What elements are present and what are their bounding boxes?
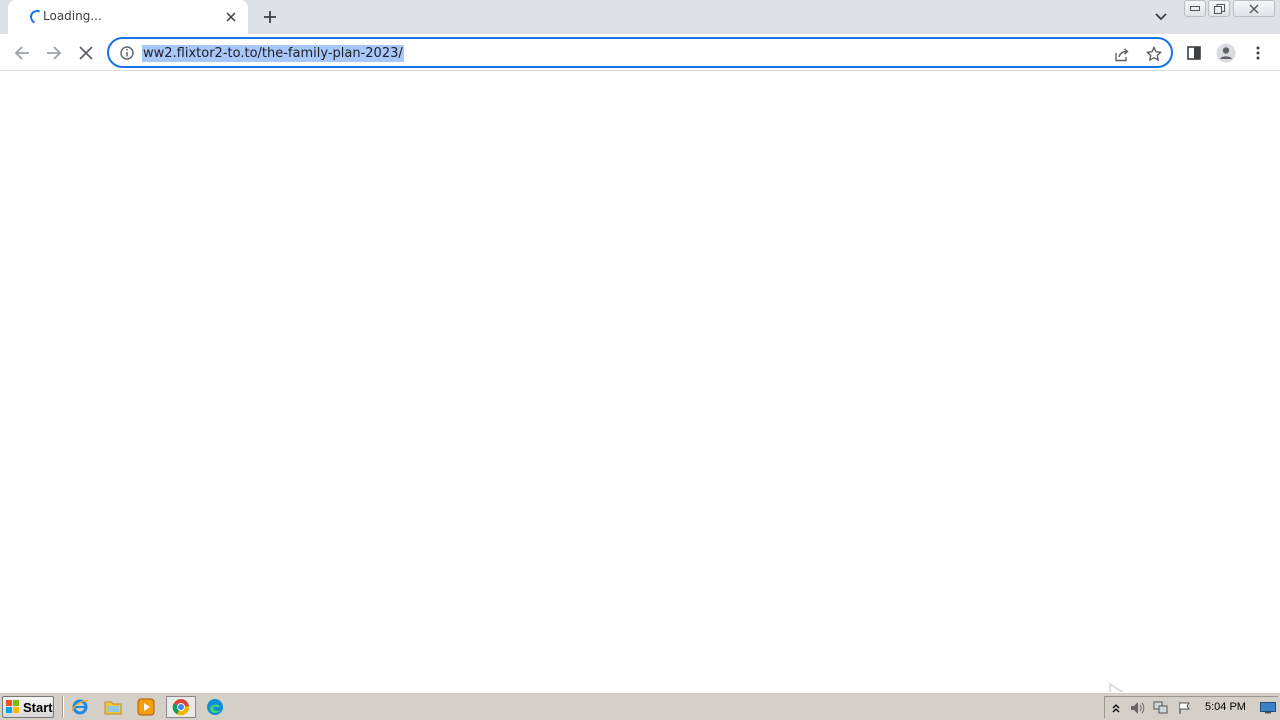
start-label: Start	[23, 699, 53, 715]
forward-button[interactable]	[41, 40, 67, 66]
chevron-up-icon[interactable]	[1107, 700, 1125, 716]
back-arrow-icon	[14, 46, 29, 60]
file-explorer-icon[interactable]	[101, 696, 125, 718]
page-content: ANY RUN	[0, 72, 1280, 720]
media-player-icon[interactable]	[134, 696, 158, 718]
chevron-down-icon	[1155, 13, 1167, 21]
site-info-icon[interactable]	[118, 44, 136, 62]
back-button[interactable]	[9, 40, 35, 66]
window-restore-button[interactable]	[1208, 0, 1230, 17]
clock: 5:04 PM	[1205, 701, 1246, 713]
show-desktop-icon[interactable]	[1259, 700, 1277, 716]
windows-logo-icon	[6, 700, 19, 713]
system-tray: 5:04 PM	[1104, 696, 1278, 718]
browser-toolbar: ww2.flixtor2-to.to/the-family-plan-2023/	[0, 34, 1280, 71]
tab-title: Loading...	[43, 9, 102, 23]
side-panel-icon	[1187, 46, 1201, 60]
volume-icon[interactable]	[1128, 700, 1146, 716]
internet-explorer-icon[interactable]	[68, 696, 92, 718]
chrome-menu-button[interactable]	[1245, 40, 1271, 66]
minimize-icon	[1190, 5, 1200, 11]
windows-taskbar: Start 5:04 PM	[0, 692, 1280, 720]
taskbar-separator	[62, 696, 64, 718]
bookmark-star-icon[interactable]	[1144, 44, 1164, 64]
new-tab-button[interactable]	[258, 5, 282, 29]
side-panel-button[interactable]	[1181, 40, 1207, 66]
start-button[interactable]: Start	[2, 696, 54, 718]
close-icon	[1249, 4, 1259, 13]
chrome-icon	[172, 699, 190, 716]
profile-button[interactable]	[1213, 40, 1239, 66]
stop-loading-button[interactable]	[73, 40, 99, 66]
chrome-taskbar-button[interactable]	[166, 696, 196, 718]
forward-arrow-icon	[47, 46, 62, 60]
edge-icon[interactable]	[203, 696, 227, 718]
restore-icon	[1213, 3, 1225, 14]
profile-icon	[1216, 43, 1236, 63]
network-icon[interactable]	[1152, 700, 1170, 716]
share-icon[interactable]	[1112, 44, 1132, 64]
window-close-button[interactable]	[1233, 0, 1275, 17]
plus-icon	[264, 11, 276, 23]
tab-search-button[interactable]	[1150, 6, 1172, 28]
tab-strip: Loading...	[0, 0, 1280, 34]
address-bar[interactable]: ww2.flixtor2-to.to/the-family-plan-2023/	[107, 37, 1173, 68]
stop-icon	[79, 46, 93, 60]
flag-icon[interactable]	[1176, 700, 1194, 716]
more-vert-icon	[1256, 46, 1260, 60]
tab-close-icon[interactable]	[222, 8, 240, 26]
tab-active[interactable]: Loading...	[8, 0, 248, 34]
url-text[interactable]: ww2.flixtor2-to.to/the-family-plan-2023/	[142, 45, 404, 62]
window-minimize-button[interactable]	[1184, 0, 1206, 17]
